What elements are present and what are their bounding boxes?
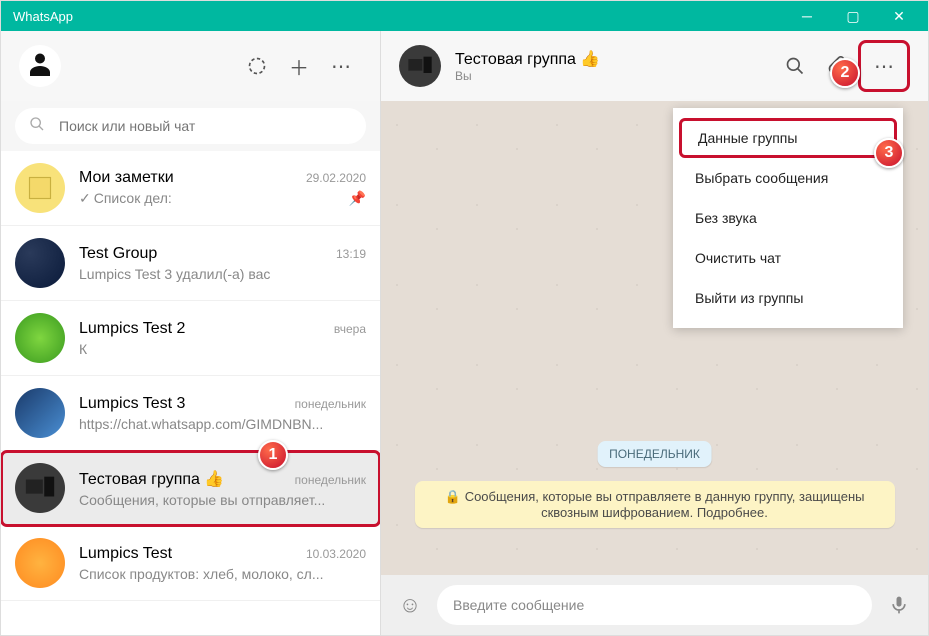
chat-preview: К bbox=[79, 341, 366, 357]
sidebar-menu-button[interactable]: ⋯ bbox=[320, 45, 362, 87]
sidebar: ＋ ⋯ bbox=[1, 31, 381, 635]
chat-preview: https://chat.whatsapp.com/GIMDNBN... bbox=[79, 416, 366, 432]
chat-name: Test Group bbox=[79, 245, 328, 263]
menu-item-exit-group[interactable]: Выйти из группы bbox=[673, 278, 903, 318]
pin-icon: 📌 bbox=[349, 190, 366, 207]
chat-name: Тестовая группа 👍 bbox=[79, 469, 287, 489]
menu-item-group-info[interactable]: Данные группы bbox=[679, 118, 897, 158]
titlebar: WhatsApp ─ ▢ ✕ bbox=[1, 1, 928, 31]
sidebar-header: ＋ ⋯ bbox=[1, 31, 380, 101]
chat-preview: Lumpics Test 3 удалил(-а) вас bbox=[79, 266, 366, 282]
chat-header-info: Тестовая группа 👍 Вы bbox=[455, 49, 774, 83]
message-input[interactable]: Введите сообщение bbox=[437, 585, 872, 625]
paperclip-icon bbox=[827, 56, 847, 76]
chat-name: Мои заметки bbox=[79, 169, 298, 187]
chat-item-testovaya[interactable]: Тестовая группа 👍 понедельник Сообщения,… bbox=[1, 451, 380, 526]
more-icon: ⋯ bbox=[874, 54, 894, 79]
day-badge: ПОНЕДЕЛЬНИК bbox=[597, 441, 712, 467]
chat-item-lumpics3[interactable]: Lumpics Test 3 понедельник https://chat.… bbox=[1, 376, 380, 451]
avatar bbox=[15, 538, 65, 588]
search-input[interactable] bbox=[59, 118, 352, 134]
chat-header[interactable]: Тестовая группа 👍 Вы ⋯ bbox=[381, 31, 928, 101]
chat-search-button[interactable] bbox=[774, 45, 816, 87]
chat-preview: Список продуктов: хлеб, молоко, сл... bbox=[79, 566, 366, 582]
menu-item-select-messages[interactable]: Выбрать сообщения bbox=[673, 158, 903, 198]
more-icon: ⋯ bbox=[331, 54, 351, 79]
status-button[interactable] bbox=[236, 45, 278, 87]
search-icon bbox=[785, 56, 805, 76]
chat-preview: Сообщения, которые вы отправляет... bbox=[79, 492, 366, 508]
window-controls: ─ ▢ ✕ bbox=[784, 1, 922, 31]
window-title: WhatsApp bbox=[7, 9, 784, 24]
close-button[interactable]: ✕ bbox=[876, 1, 922, 31]
chat-time: 10.03.2020 bbox=[306, 547, 366, 561]
check-icon: ✓ bbox=[79, 190, 91, 206]
new-chat-button[interactable]: ＋ bbox=[278, 45, 320, 87]
chat-item-lumpics2[interactable]: Lumpics Test 2 вчера К bbox=[1, 301, 380, 376]
chat-time: 13:19 bbox=[336, 247, 366, 261]
more-button-highlight: ⋯ bbox=[858, 40, 910, 92]
chat-item-testgroup[interactable]: Test Group 13:19 Lumpics Test 3 удалил(-… bbox=[1, 226, 380, 301]
lock-icon: 🔒 bbox=[445, 489, 461, 504]
chat-name: Lumpics Test 2 bbox=[79, 320, 326, 338]
search-icon bbox=[29, 116, 45, 137]
menu-item-mute[interactable]: Без звука bbox=[673, 198, 903, 238]
avatar bbox=[15, 388, 65, 438]
chat-item-notes[interactable]: Мои заметки 29.02.2020 ✓Список дел: 📌 bbox=[1, 151, 380, 226]
plus-icon: ＋ bbox=[289, 52, 309, 81]
avatar bbox=[15, 313, 65, 363]
avatar bbox=[15, 163, 65, 213]
emoji-button[interactable]: ☺ bbox=[395, 590, 425, 620]
chat-name: Lumpics Test bbox=[79, 545, 298, 563]
menu-item-clear-chat[interactable]: Очистить чат bbox=[673, 238, 903, 278]
chat-name: Lumpics Test 3 bbox=[79, 395, 287, 413]
avatar bbox=[15, 238, 65, 288]
chat-time: понедельник bbox=[295, 473, 366, 487]
chat-header-title: Тестовая группа 👍 bbox=[455, 49, 774, 69]
emoji-icon: ☺ bbox=[399, 592, 421, 618]
chat-time: вчера bbox=[334, 322, 366, 336]
chat-header-avatar[interactable] bbox=[399, 45, 441, 87]
search-bar bbox=[1, 101, 380, 151]
voice-button[interactable] bbox=[884, 590, 914, 620]
status-icon bbox=[247, 56, 267, 76]
microphone-icon bbox=[889, 593, 909, 617]
composer: ☺ Введите сообщение bbox=[381, 575, 928, 635]
chat-time: 29.02.2020 bbox=[306, 171, 366, 185]
message-placeholder: Введите сообщение bbox=[453, 597, 584, 613]
chat-time: понедельник bbox=[295, 397, 366, 411]
chat-preview: ✓Список дел: bbox=[79, 190, 343, 207]
chat-item-lumpics[interactable]: Lumpics Test 10.03.2020 Список продуктов… bbox=[1, 526, 380, 601]
chat-menu-button[interactable]: ⋯ bbox=[863, 45, 905, 87]
chat-header-subtitle: Вы bbox=[455, 69, 774, 83]
context-menu: Данные группы Выбрать сообщения Без звук… bbox=[673, 108, 903, 328]
chat-list[interactable]: Мои заметки 29.02.2020 ✓Список дел: 📌 T bbox=[1, 151, 380, 635]
profile-avatar[interactable] bbox=[19, 45, 61, 87]
person-icon bbox=[25, 51, 55, 81]
attach-button[interactable] bbox=[816, 45, 858, 87]
maximize-button[interactable]: ▢ bbox=[830, 1, 876, 31]
avatar bbox=[15, 463, 65, 513]
minimize-button[interactable]: ─ bbox=[784, 1, 830, 31]
search-box[interactable] bbox=[15, 108, 366, 144]
encryption-notice[interactable]: 🔒Сообщения, которые вы отправляете в дан… bbox=[415, 481, 895, 528]
